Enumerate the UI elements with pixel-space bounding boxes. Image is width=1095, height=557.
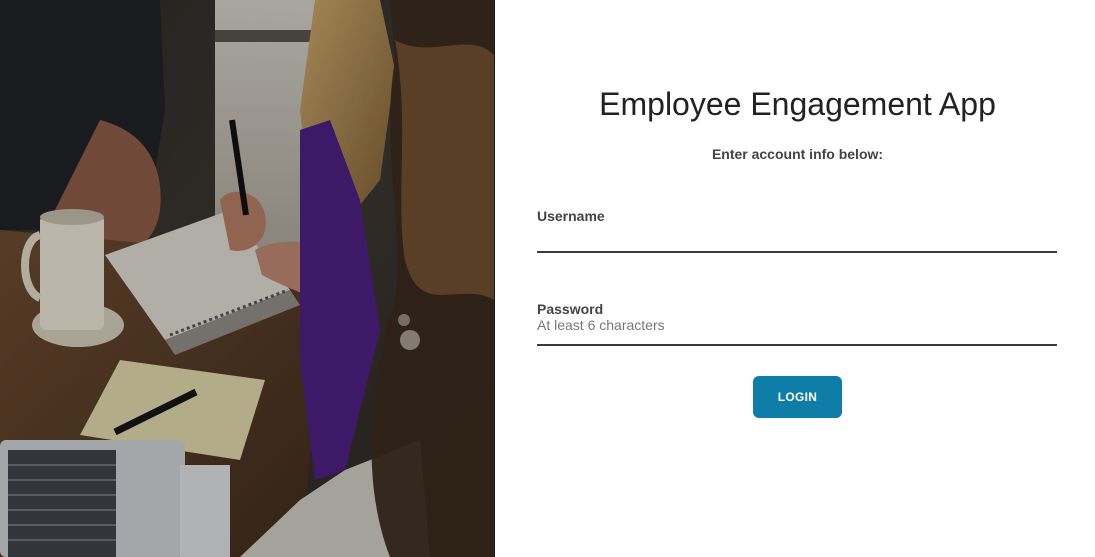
login-form-panel: Employee Engagement App Enter account in…: [495, 0, 1095, 557]
hero-photo-illustration: [0, 0, 494, 557]
password-input[interactable]: [537, 316, 1057, 346]
app-title: Employee Engagement App: [599, 86, 996, 122]
login-page: Employee Engagement App Enter account in…: [0, 0, 1095, 557]
username-label: Username: [537, 208, 605, 224]
login-button[interactable]: LOGIN: [753, 376, 842, 418]
username-input[interactable]: [537, 227, 1057, 253]
username-field-group: Username: [537, 207, 1057, 253]
form-subtitle: Enter account info below:: [711, 146, 884, 162]
hero-photo: [0, 0, 495, 557]
password-field-group: Password: [537, 300, 1057, 346]
